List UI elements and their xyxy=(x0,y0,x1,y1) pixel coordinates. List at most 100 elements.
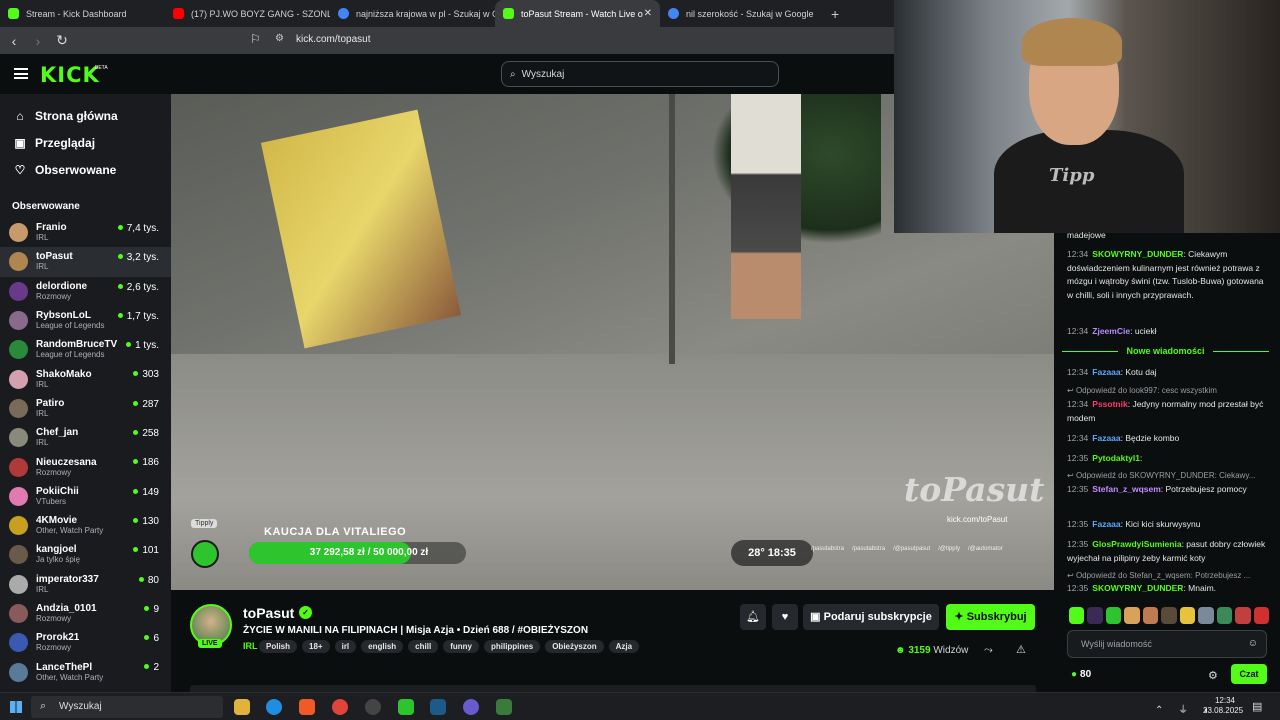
stream-tag[interactable]: Azja xyxy=(608,640,640,653)
follow-heart-button[interactable]: ♥ xyxy=(772,604,798,630)
channel-category: IRL xyxy=(36,233,49,243)
windows-start-icon[interactable] xyxy=(10,701,22,713)
emote-icon[interactable] xyxy=(1161,607,1177,624)
stream-tag[interactable]: english xyxy=(361,640,404,653)
discord-icon[interactable] xyxy=(463,699,479,715)
site-info-icon[interactable]: ⚙ xyxy=(275,33,284,44)
chat-username[interactable]: Pssotnik xyxy=(1092,399,1127,409)
app-icon[interactable] xyxy=(365,699,381,715)
gift-subs-button[interactable]: ▣ Podaruj subskrypcje xyxy=(803,604,939,630)
kick-logo[interactable]: KICK xyxy=(40,63,100,87)
chat-username[interactable]: Fazaaa xyxy=(1092,367,1120,377)
address-bar[interactable]: kick.com/topasut xyxy=(296,34,370,45)
followed-channel-item[interactable]: Andzia_0101 Rozmowy 9 xyxy=(0,599,171,628)
back-icon[interactable]: ‹ xyxy=(4,33,24,49)
chat-username[interactable]: SKOWYRNY_DUNDER xyxy=(1092,249,1183,259)
new-tab-icon[interactable]: + xyxy=(831,6,839,22)
emote-icon[interactable] xyxy=(1069,607,1085,624)
emote-icon[interactable] xyxy=(1253,607,1269,624)
file-explorer-icon[interactable] xyxy=(234,699,250,715)
emote-icon[interactable] xyxy=(1087,607,1103,624)
followed-channel-item[interactable]: Chef_jan IRL 258 xyxy=(0,423,171,452)
taskbar-clock[interactable]: 12:34 23.08.2025 xyxy=(1203,696,1244,716)
browser-tab-3[interactable]: najniższa krajowa w pl - Szukaj w Go xyxy=(330,0,495,27)
chat-username[interactable]: SKOWYRNY_DUNDER xyxy=(1092,583,1183,593)
brave-browser-icon[interactable] xyxy=(299,699,315,715)
chat-settings-icon[interactable]: ⚙ xyxy=(1208,669,1218,682)
stream-tag[interactable]: 18+ xyxy=(302,640,330,653)
emote-icon[interactable] xyxy=(1235,607,1251,624)
share-icon[interactable]: ⤳ xyxy=(984,644,993,657)
stream-category[interactable]: IRL xyxy=(243,641,258,651)
notifications-icon[interactable]: ▤ xyxy=(1252,700,1262,713)
channel-points[interactable]: ● 80 xyxy=(1071,669,1091,680)
kick-app-icon[interactable] xyxy=(398,699,414,715)
channel-name: LanceThePl xyxy=(36,661,93,673)
close-tab-icon[interactable]: ✕ xyxy=(644,8,652,19)
followed-channel-item[interactable]: Patiro IRL 287 xyxy=(0,394,171,423)
emote-icon[interactable] xyxy=(1142,607,1159,624)
menu-icon[interactable] xyxy=(14,68,28,79)
followed-channel-item[interactable]: LanceThePl Other, Watch Party 2 xyxy=(0,657,171,686)
edge-browser-icon[interactable] xyxy=(266,699,282,715)
followed-channel-item[interactable]: RandomBruceTV League of Legends 1 tys. xyxy=(0,335,171,364)
chrome-browser-icon[interactable] xyxy=(332,699,348,715)
search-input[interactable]: ⌕ Wyszukaj xyxy=(501,61,779,87)
followed-channel-item[interactable]: Nieuczesana Rozmowy 186 xyxy=(0,452,171,481)
stream-tag[interactable]: irl xyxy=(334,640,357,653)
donation-money-icon xyxy=(191,540,219,568)
browser-tab-2[interactable]: (17) PJ.WO BOYZ GANG - SZONLOV xyxy=(165,0,330,27)
emoji-picker-icon[interactable]: ☺ xyxy=(1248,638,1258,649)
windows-taskbar: ⌕ Wyszukaj ⌃ ⏚ ◖ 12:34 23.08.2025 ▤ xyxy=(0,692,1280,720)
browser-tab-1[interactable]: Stream - Kick Dashboard xyxy=(0,0,165,27)
stream-tag[interactable]: Obieżyszon xyxy=(545,640,604,653)
app-icon-2[interactable] xyxy=(496,699,512,715)
followed-channel-item[interactable]: ShakoMako IRL 303 xyxy=(0,364,171,393)
reload-icon[interactable]: ↻ xyxy=(52,32,72,49)
bookmark-icon[interactable]: ⚐ xyxy=(250,32,261,46)
chat-username[interactable]: Stefan_z_wqsem xyxy=(1092,484,1161,494)
taskbar-search[interactable]: ⌕ Wyszukaj xyxy=(31,696,223,718)
browser-tab-5[interactable]: nil szerokość - Szukaj w Google xyxy=(660,0,825,27)
forward-icon[interactable]: › xyxy=(28,33,48,49)
subscribe-button[interactable]: ✦ Subskrybuj xyxy=(946,604,1035,630)
followed-channel-item[interactable]: Franio IRL 7,4 tys. xyxy=(0,218,171,247)
chat-message-input[interactable]: Wyślij wiadomość ☺ xyxy=(1067,630,1267,658)
followed-channel-item[interactable]: RybsonLoL League of Legends 1,7 tys. xyxy=(0,306,171,335)
steam-icon[interactable] xyxy=(430,699,446,715)
stream-tag[interactable]: Polish xyxy=(259,640,298,653)
channel-name: Franio xyxy=(36,222,67,234)
followed-channel-item[interactable]: PokiiChii VTubers 149 xyxy=(0,482,171,511)
clock-date: 23.08.2025 xyxy=(1203,706,1244,715)
channel-text: imperator337 IRL xyxy=(36,574,99,595)
followed-channel-item[interactable]: imperator337 IRL 80 xyxy=(0,570,171,599)
followed-channel-item[interactable]: toPasut IRL 3,2 tys. xyxy=(0,247,171,277)
heart-icon: ♥ xyxy=(781,611,789,623)
emote-icon[interactable] xyxy=(1198,607,1214,624)
nav-home[interactable]: ⌂ Strona główna xyxy=(0,102,171,129)
chat-username[interactable]: GlosPrawdyiSumienia xyxy=(1092,539,1181,549)
emote-icon[interactable] xyxy=(1216,607,1233,624)
followed-channel-item[interactable]: delordione Rozmowy 2,6 tys. xyxy=(0,277,171,306)
stream-tag[interactable]: funny xyxy=(443,640,479,653)
chat-username[interactable]: Pytodaktyl1 xyxy=(1092,453,1140,463)
stream-tag[interactable]: philippines xyxy=(483,640,541,653)
nav-following[interactable]: ♡ Obserwowane xyxy=(0,156,171,183)
followed-channel-item[interactable]: kangjoel Ja tylko śpię 101 xyxy=(0,540,171,569)
chat-username[interactable]: Fazaaa xyxy=(1092,519,1120,529)
chat-username[interactable]: Fazaaa xyxy=(1092,433,1120,443)
report-icon[interactable]: ⚠ xyxy=(1016,643,1026,656)
streamer-name[interactable]: toPasut xyxy=(243,605,294,621)
followed-channel-item[interactable]: 4KMovie Other, Watch Party 130 xyxy=(0,511,171,540)
stream-tag[interactable]: chill xyxy=(408,640,439,653)
emote-icon[interactable] xyxy=(1105,607,1122,624)
notification-bell-button[interactable]: 🔔︎ xyxy=(740,604,766,630)
emote-icon[interactable] xyxy=(1124,607,1140,624)
followed-channel-item[interactable]: Prorok21 Rozmowy 6 xyxy=(0,628,171,657)
nav-browse[interactable]: ▣ Przeglądaj xyxy=(0,129,171,156)
chat-send-button[interactable]: Czat xyxy=(1231,664,1267,684)
chat-username[interactable]: ZjeemCie xyxy=(1092,326,1130,336)
channel-name: ShakoMako xyxy=(36,368,92,380)
emote-icon[interactable] xyxy=(1179,607,1196,624)
browser-tab-4-active[interactable]: toPasut Stream - Watch Live o ✕ xyxy=(495,0,660,27)
